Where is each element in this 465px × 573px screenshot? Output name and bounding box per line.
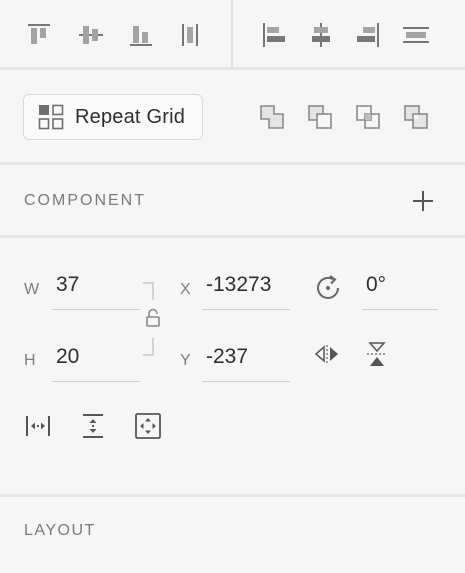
y-field[interactable]: -237 — [202, 342, 290, 382]
alignment-toolbar — [0, 0, 465, 68]
align-center-icon[interactable] — [305, 19, 337, 51]
divider — [0, 235, 465, 238]
fixed-height-icon[interactable] — [77, 410, 109, 442]
width-field[interactable]: 37 — [52, 270, 140, 310]
align-bottom-icon[interactable] — [125, 19, 157, 51]
fixed-width-icon[interactable] — [22, 410, 54, 442]
grid-icon — [37, 103, 65, 131]
layout-section-title: LAYOUT — [24, 522, 96, 539]
component-section-title: COMPONENT — [24, 192, 146, 209]
rotation-field[interactable]: 0° — [362, 270, 438, 310]
repeat-grid-button[interactable]: Repeat Grid — [23, 94, 203, 140]
x-field[interactable]: -13273 — [202, 270, 290, 310]
height-field[interactable]: 20 — [52, 342, 140, 382]
rotate-icon[interactable] — [312, 272, 344, 304]
toolbar-divider — [231, 0, 233, 68]
intersect-icon[interactable] — [352, 101, 384, 133]
unlock-icon[interactable] — [139, 304, 167, 332]
align-top-icon[interactable] — [23, 19, 55, 51]
divider — [0, 494, 465, 497]
divider — [0, 67, 465, 70]
repeat-grid-label: Repeat Grid — [75, 105, 186, 128]
y-label: Y — [180, 352, 191, 369]
x-label: X — [180, 281, 191, 298]
align-middle-icon[interactable] — [75, 19, 107, 51]
distribute-horizontal-icon[interactable] — [400, 19, 432, 51]
divider — [0, 162, 465, 165]
union-icon[interactable] — [256, 101, 288, 133]
height-label: H — [24, 352, 36, 369]
responsive-resize-icon[interactable] — [132, 410, 164, 442]
distribute-vertical-icon[interactable] — [174, 19, 206, 51]
flip-vertical-icon[interactable] — [361, 338, 393, 370]
width-label: W — [24, 281, 40, 298]
subtract-icon[interactable] — [304, 101, 336, 133]
flip-horizontal-icon[interactable] — [311, 338, 343, 370]
property-inspector: Repeat Grid COMPONENT W 37 X -13273 0° H… — [0, 0, 465, 573]
plus-icon[interactable] — [408, 186, 438, 216]
align-right-icon[interactable] — [352, 19, 384, 51]
align-left-icon[interactable] — [258, 19, 290, 51]
exclude-icon[interactable] — [400, 101, 432, 133]
